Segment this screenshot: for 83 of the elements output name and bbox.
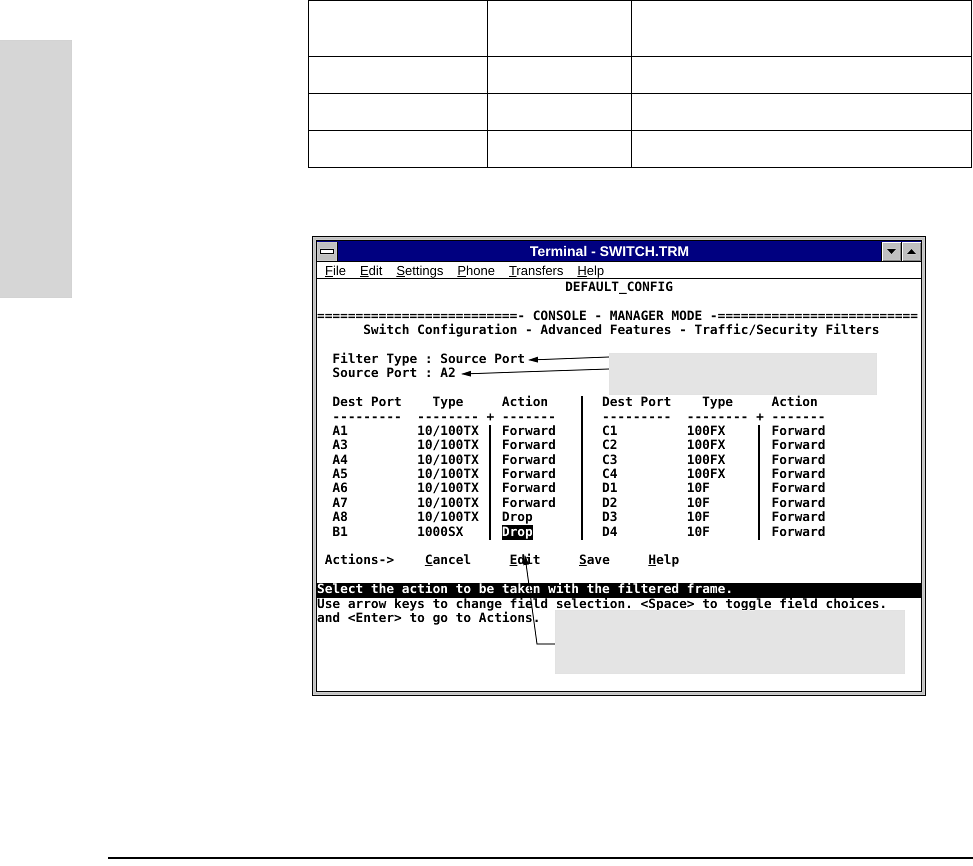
- type-cell-text: 10/100TX: [417, 439, 480, 454]
- action-field[interactable]: Drop: [502, 510, 533, 526]
- action-menu-item[interactable]: Cancel: [424, 554, 472, 569]
- column-heading: Dest Port: [332, 396, 403, 411]
- port-cell-text: A8: [332, 511, 349, 526]
- column-heading: Action: [502, 396, 550, 411]
- type-cell-text: 10/100TX: [417, 454, 480, 468]
- menu-item[interactable]: Phone: [457, 262, 495, 278]
- port-cell-text: D3: [602, 511, 618, 526]
- type-cell-text: 10/100TX: [417, 468, 480, 482]
- config-name: DEFAULT_CONFIG: [565, 281, 673, 296]
- maximize-button[interactable]: [901, 242, 921, 260]
- column-heading: Type: [432, 396, 464, 411]
- column-heading: Action: [771, 396, 819, 411]
- column-heading: Dest Port: [602, 396, 672, 411]
- menu-item[interactable]: Settings: [396, 262, 444, 278]
- action-field[interactable]: Forward: [771, 524, 826, 540]
- action-field[interactable]: Forward: [771, 452, 826, 468]
- action-menu-item[interactable]: Help: [648, 554, 680, 569]
- type-cell-text: 10F: [686, 526, 711, 540]
- type-cell-text: 100FX: [686, 468, 726, 482]
- window-title: Terminal - SWITCH.TRM: [528, 243, 690, 259]
- mode-line: ==========================- CONSOLE - MANAGER MODE -==========================: [317, 310, 918, 324]
- port-cell-text: C1: [602, 424, 618, 440]
- column-heading: Type: [701, 396, 734, 411]
- action-field[interactable]: Forward: [771, 481, 826, 496]
- type-cell-text: 10F: [686, 511, 711, 526]
- heading-underline: ---------: [602, 410, 672, 425]
- menu-item[interactable]: Transfers: [508, 262, 564, 278]
- port-cell-text: A5: [332, 468, 349, 482]
- action-field[interactable]: Forward: [771, 510, 826, 526]
- heading-underline: --------: [686, 410, 750, 425]
- filter-field: Source Port : A2: [332, 367, 456, 382]
- port-cell-text: C4: [602, 468, 618, 482]
- port-cell-text: A1: [332, 424, 349, 440]
- action-menu-item[interactable]: Save: [578, 554, 610, 569]
- port-cell-text: A6: [332, 482, 349, 497]
- actions-label: Actions->: [324, 554, 394, 569]
- port-cell-text: C2: [602, 439, 618, 454]
- action-field[interactable]: Forward: [771, 438, 826, 454]
- heading-underline: --------: [417, 410, 480, 425]
- action-field[interactable]: Forward: [502, 438, 556, 454]
- type-cell-text: 100FX: [686, 454, 726, 468]
- type-cell-text: 10/100TX: [417, 511, 480, 526]
- action-field[interactable]: Forward: [502, 467, 556, 482]
- minimize-button[interactable]: [881, 242, 901, 260]
- port-cell-text: A3: [332, 439, 349, 454]
- action-field[interactable]: Forward: [502, 424, 556, 439]
- action-field[interactable]: Forward: [771, 467, 826, 482]
- type-cell-text: 100FX: [686, 439, 726, 454]
- action-field[interactable]: Forward: [502, 496, 556, 511]
- screen-title: Switch Configuration - Advanced Features - Traffic/Security Filters: [363, 324, 880, 339]
- action-field[interactable]: Forward: [502, 452, 556, 468]
- type-cell-text: 10/100TX: [417, 496, 480, 512]
- port-cell-text: B1: [332, 526, 349, 540]
- junction-mark: +: [756, 410, 765, 425]
- type-cell-text: 10F: [686, 482, 711, 497]
- type-cell-text: 1000SX: [417, 526, 464, 540]
- heading-underline: ---------: [332, 410, 403, 425]
- type-cell-text: 100FX: [686, 424, 726, 440]
- type-cell-text: 10/100TX: [417, 424, 480, 440]
- port-cell-text: D2: [602, 496, 618, 512]
- action-field[interactable]: Drop: [502, 524, 533, 540]
- port-cell-text: C3: [602, 454, 618, 468]
- menu-item[interactable]: Edit: [360, 262, 382, 278]
- up-triangle-icon: [907, 248, 916, 254]
- junction-mark: +: [486, 410, 496, 425]
- down-triangle-icon: [887, 248, 896, 254]
- system-menu-icon[interactable]: [317, 242, 338, 260]
- heading-underline: -------: [502, 410, 557, 425]
- filter-field: Filter Type : Source Port: [332, 352, 526, 368]
- port-cell-text: A7: [332, 496, 349, 512]
- port-cell-text: A4: [332, 454, 349, 468]
- port-cell-text: D4: [602, 526, 618, 540]
- action-field[interactable]: Forward: [771, 496, 826, 511]
- port-cell-text: D1: [602, 482, 618, 497]
- menu-item[interactable]: Help: [577, 262, 604, 278]
- menu-item[interactable]: File: [325, 262, 346, 278]
- heading-underline: -------: [771, 410, 826, 425]
- action-field[interactable]: Forward: [771, 424, 826, 439]
- action-field[interactable]: Forward: [502, 481, 556, 496]
- type-cell-text: 10/100TX: [417, 482, 480, 497]
- type-cell-text: 10F: [686, 496, 711, 512]
